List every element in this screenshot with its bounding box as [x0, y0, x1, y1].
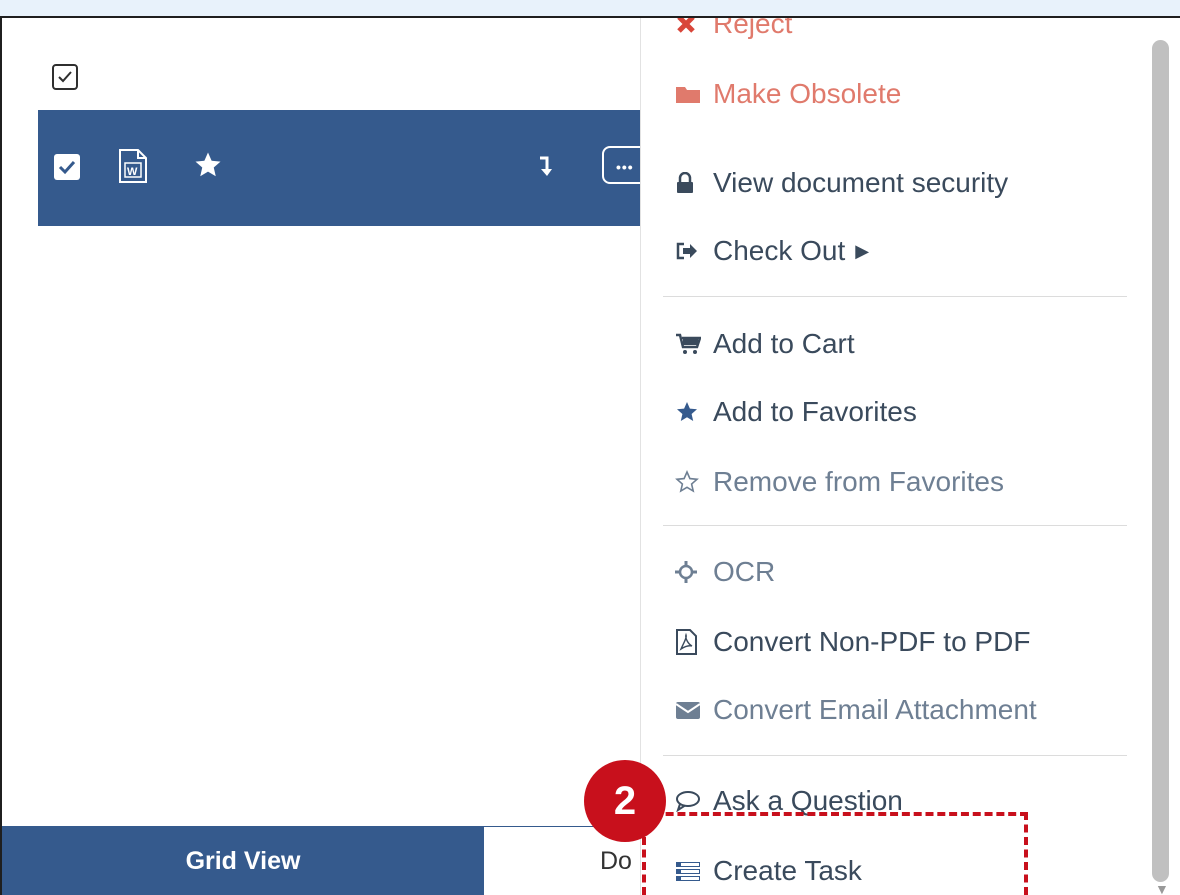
svg-text:W: W [127, 166, 138, 178]
checkmark-icon [58, 160, 76, 175]
menu-item-remove-from-favorites[interactable]: Remove from Favorites [675, 462, 1004, 502]
menu-item-label: Check Out [713, 235, 846, 266]
word-document-icon: W [119, 149, 147, 183]
menu-item-label: Remove from Favorites [713, 466, 1004, 497]
select-all-checkbox[interactable] [52, 64, 78, 90]
checkmark-icon [58, 71, 72, 83]
row-checkbox[interactable] [54, 154, 80, 180]
menu-item-ocr[interactable]: OCR [675, 552, 775, 592]
x-icon [675, 18, 705, 35]
star-icon [675, 400, 705, 424]
step-badge: 2 [584, 760, 666, 842]
step-badge-number: 2 [613, 778, 637, 823]
ellipsis-icon: ••• [616, 159, 634, 175]
submenu-arrow-icon: ▶ [855, 240, 870, 261]
menu-scrollbar-thumb[interactable] [1152, 40, 1169, 882]
menu-divider [663, 525, 1127, 526]
menu-item-view-document-security[interactable]: View document security [675, 163, 1008, 203]
menu-item-label: Add to Favorites [713, 396, 917, 427]
ocr-icon [675, 561, 705, 583]
scroll-down-arrow-icon[interactable]: ▼ [1155, 881, 1169, 895]
menu-item-label: OCR [713, 556, 776, 587]
menu-item-label: View document security [713, 167, 1009, 198]
menu-item-label: Add to Cart [713, 328, 855, 359]
folder-icon [675, 84, 705, 104]
menu-item-label: Convert Non-PDF to PDF [713, 626, 1031, 657]
document-view-tab-label: Do [600, 847, 632, 875]
menu-item-make-obsolete[interactable]: Make Obsolete [675, 74, 901, 114]
menu-item-label: Convert Email Attachment [713, 694, 1037, 725]
star-outline-icon [675, 470, 705, 494]
menu-item-convert-non-pdf[interactable]: Convert Non-PDF to PDF [675, 622, 1030, 662]
document-row-selected[interactable]: W ••• [38, 110, 652, 226]
speech-bubble-icon [675, 790, 705, 812]
document-list-panel: W ••• Grid View Do Reject Make Obsolete … [0, 16, 1180, 895]
pdf-icon [675, 629, 705, 655]
menu-item-convert-email-attachment[interactable]: Convert Email Attachment [675, 690, 1037, 730]
favorite-star-icon[interactable] [192, 150, 224, 180]
menu-divider [663, 296, 1127, 297]
menu-item-check-out[interactable]: Check Out ▶ [675, 231, 869, 271]
menu-divider [663, 755, 1127, 756]
grid-view-tab-label: Grid View [185, 847, 301, 875]
grid-view-tab[interactable]: Grid View [2, 826, 484, 895]
menu-item-add-to-favorites[interactable]: Add to Favorites [675, 392, 917, 432]
envelope-icon [675, 700, 705, 720]
download-arrow-icon[interactable] [538, 156, 552, 178]
menu-item-label: Reject [713, 16, 793, 39]
highlight-dashed-box [642, 812, 1028, 895]
menu-item-label: Make Obsolete [713, 78, 902, 109]
menu-item-add-to-cart[interactable]: Add to Cart [675, 324, 855, 364]
context-menu: Reject Make Obsolete View document secur… [640, 18, 1180, 895]
cart-icon [675, 333, 705, 355]
checkout-icon [675, 241, 705, 261]
lock-icon [675, 172, 705, 194]
menu-item-reject[interactable]: Reject [675, 16, 793, 44]
